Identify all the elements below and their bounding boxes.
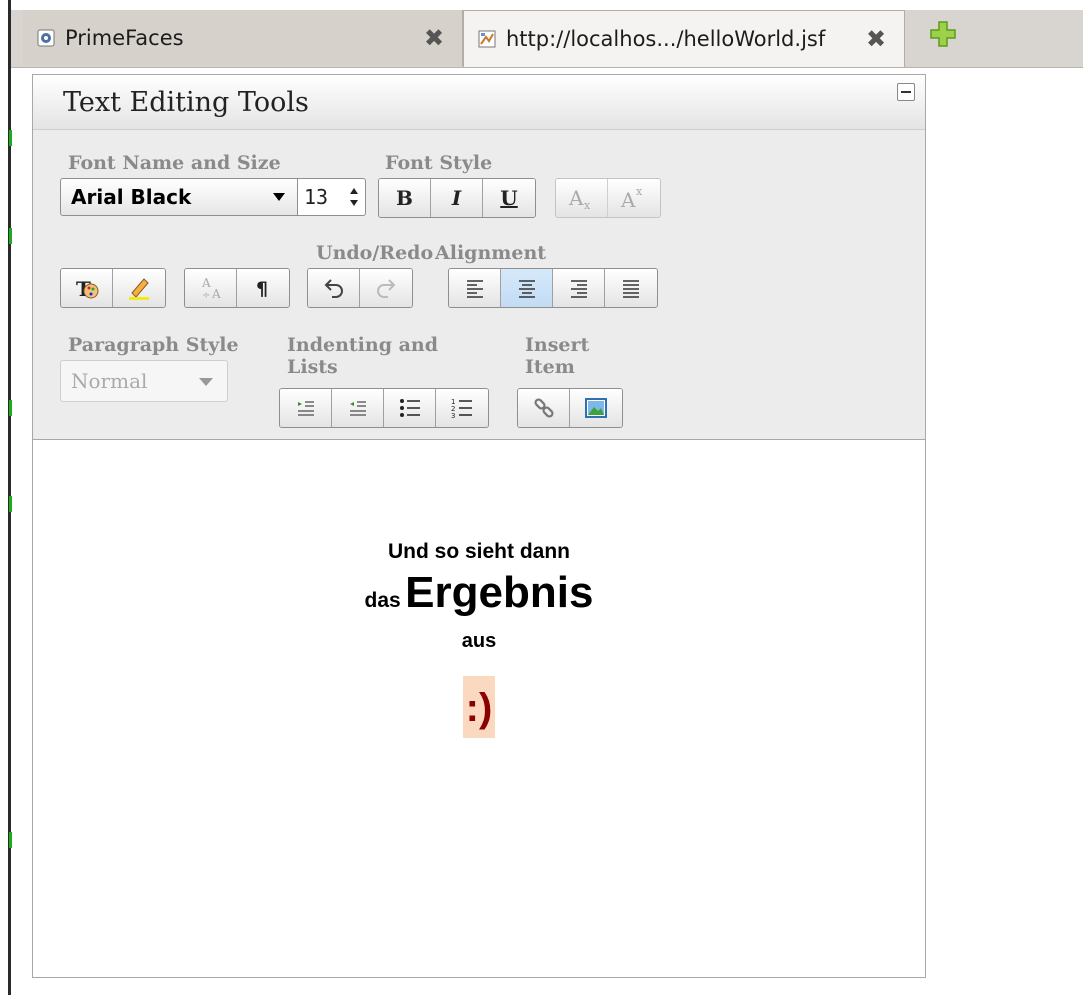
window-left-edge [0,0,12,995]
sub-superscript-group: Ax Ax [555,178,661,218]
superscript-icon: Ax [620,185,643,211]
highlighter-pen-icon [129,278,149,300]
svg-text:¶: ¶ [256,278,268,300]
svg-text:3: 3 [451,412,455,419]
align-right-button[interactable] [553,269,605,307]
undo-redo-group [307,268,413,308]
page-icon [37,29,55,47]
browser-tab-bar: PrimeFaces ✖ http://localhos.../helloWor… [11,0,1083,68]
highlighted-smiley: :) [462,676,496,738]
link-chain-icon [533,398,554,418]
align-left-button[interactable] [449,269,501,307]
subscript-button[interactable]: Ax [556,179,608,217]
outdent-button[interactable] [332,389,384,427]
spinner-arrows-icon[interactable] [349,185,359,209]
align-justify-icon [623,280,639,298]
close-tab-icon[interactable]: ✖ [864,27,888,51]
insert-image-button[interactable] [570,389,622,427]
text-color-button[interactable]: T [61,269,113,307]
new-tab-plus-icon[interactable] [929,20,957,48]
redo-button[interactable] [360,269,412,307]
indent-button[interactable] [280,389,332,427]
indent-icon [297,401,314,416]
alignment-label: Alignment [435,242,547,264]
outdent-icon [349,401,366,416]
font-style-label: Font Style [385,152,493,174]
panel-title: Text Editing Tools [63,87,309,118]
align-left-icon [466,280,483,298]
subscript-icon: Ax [568,186,591,211]
content-line-2-small: das [364,589,401,612]
content-line-2-big: Ergebnis [405,568,594,617]
svg-text:x: x [584,199,591,211]
tab-primefaces[interactable]: PrimeFaces ✖ [23,10,463,66]
font-group-label: Font Name and Size [68,152,281,174]
align-center-button[interactable] [501,269,553,307]
dropdown-arrow-icon [273,193,285,201]
dropdown-arrow-icon [199,378,213,386]
bullet-list-icon [399,399,420,417]
content-line-1: Und so sieht dann [387,540,570,563]
svg-text:A: A [201,276,211,290]
bullet-list-button[interactable] [384,389,436,427]
paragraph-style-value: Normal [71,369,148,393]
italic-button[interactable]: I [431,179,483,217]
svg-text:x: x [636,185,643,198]
font-size-value: 13 [304,185,329,209]
align-right-icon [570,280,587,298]
undo-icon [324,279,343,298]
smiley-line: :) [33,676,925,738]
bold-button[interactable]: B [379,179,431,217]
editor-content-area[interactable]: Und so sieht dann das Ergebnis aus :) [33,440,925,977]
tab-label: PrimeFaces [65,26,184,50]
paragraph-style-label: Paragraph Style [68,334,239,356]
text-editor-panel: Text Editing Tools Font Name and Size Ar… [32,74,926,978]
svg-text:A: A [211,287,221,301]
tab-label: http://localhos.../helloWorld.jsf [506,27,826,51]
font-name-value: Arial Black [71,185,192,209]
insert-link-button[interactable] [518,389,570,427]
remove-format-button[interactable]: A ÷ A [185,269,237,307]
tab-helloworld[interactable]: http://localhos.../helloWorld.jsf ✖ [463,10,905,67]
content-line-3: aus [461,630,497,652]
text-color-palette-icon: T [76,277,98,301]
indent-list-group: 123 [279,388,489,428]
align-center-icon [518,280,535,298]
indenting-lists-label: Indenting and Lists [287,334,439,378]
insert-item-label: Insert Item [525,334,590,378]
highlight-color-button[interactable] [113,269,165,307]
svg-text:÷: ÷ [202,290,210,301]
superscript-button[interactable]: Ax [608,179,660,217]
image-icon [585,398,607,418]
collapse-icon[interactable] [897,83,915,101]
show-blocks-button[interactable]: ¶ [237,269,289,307]
numbered-list-button[interactable]: 123 [436,389,488,427]
redo-icon [377,279,396,298]
alignment-group [448,268,658,308]
font-size-spinner[interactable]: 13 [298,178,366,216]
insert-group [517,388,623,428]
svg-text:A: A [620,188,636,211]
color-group: T [60,268,166,308]
format-group: A ÷ A ¶ [184,268,290,308]
font-size-ab-icon: A÷ A [201,276,221,301]
underline-button[interactable]: U [483,179,535,217]
panel-header: Text Editing Tools [33,75,925,130]
font-name-select[interactable]: Arial Black [60,178,298,216]
align-justify-button[interactable] [605,269,657,307]
undo-redo-label: Undo/Redo [316,242,434,264]
content-line-2: das Ergebnis [33,568,925,618]
numbered-list-icon: 123 [451,398,472,419]
paragraph-style-select[interactable]: Normal [60,360,228,402]
undo-button[interactable] [308,269,360,307]
editor-toolbar: Font Name and Size Arial Black 13 Font S… [33,130,925,440]
page-icon [478,30,496,48]
close-tab-icon[interactable]: ✖ [422,26,446,50]
pilcrow-icon: ¶ [256,278,268,300]
font-style-group: B I U [378,178,536,218]
svg-text:A: A [568,186,584,210]
